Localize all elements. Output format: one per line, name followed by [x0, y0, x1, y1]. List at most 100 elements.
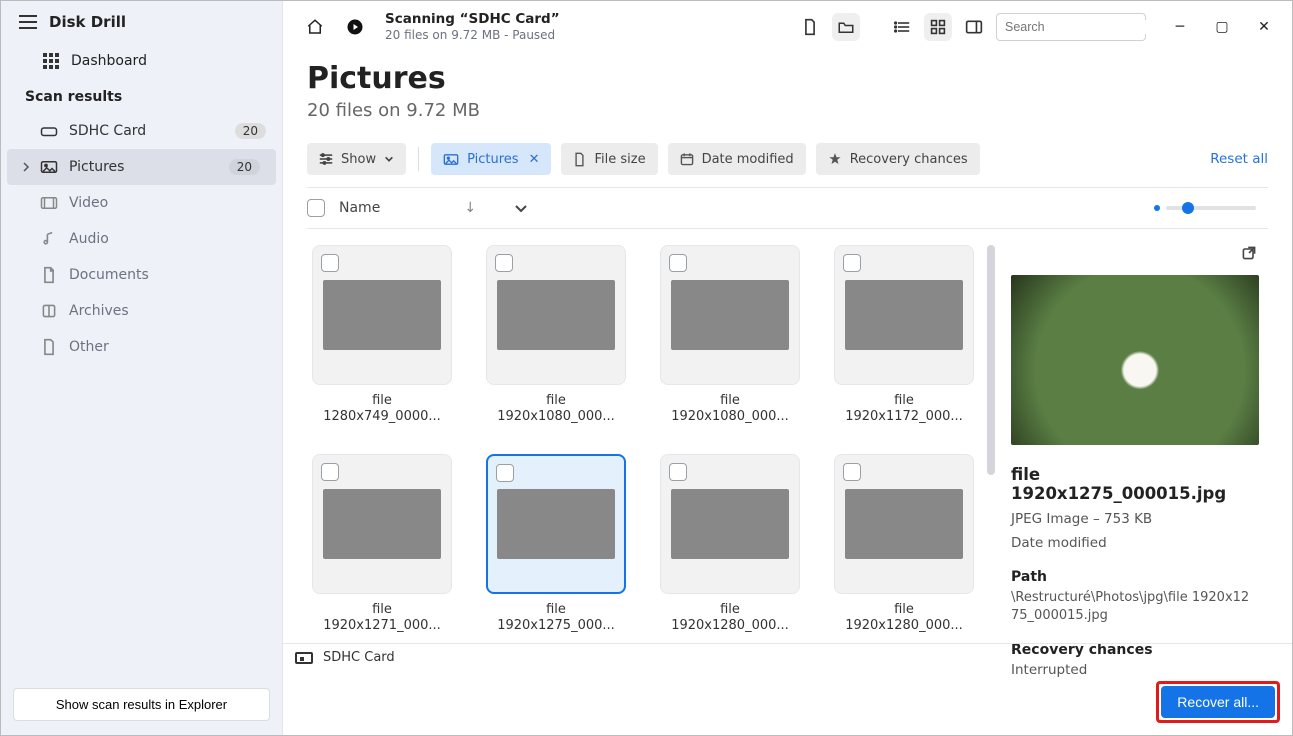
column-name[interactable]: Name — [339, 200, 380, 216]
footer: Recover all... — [283, 671, 1292, 735]
sidebar-item-other[interactable]: Other — [1, 329, 282, 365]
thumbnail-item[interactable]: file1920x1280_000... — [829, 454, 979, 635]
preview-path-label: Path — [1011, 569, 1257, 585]
remove-filter-icon[interactable]: ✕ — [529, 152, 540, 167]
item-checkbox[interactable] — [495, 254, 513, 272]
chevron-down-icon — [384, 155, 394, 163]
thumbnail-item[interactable]: file1920x1080_000... — [655, 245, 805, 426]
file-icon — [39, 338, 59, 356]
thumbnail-image — [671, 280, 789, 350]
item-checkbox[interactable] — [321, 463, 339, 481]
sidebar-item-documents[interactable]: Documents — [1, 257, 282, 293]
filter-date-modified[interactable]: Date modified — [668, 143, 806, 175]
calendar-icon — [680, 152, 694, 166]
show-in-explorer-button[interactable]: Show scan results in Explorer — [13, 688, 270, 721]
thumbnail-item[interactable]: file1920x1275_000... — [481, 454, 631, 635]
thumbnail-image — [323, 489, 441, 559]
thumbnail-image — [497, 280, 615, 350]
item-checkbox[interactable] — [669, 254, 687, 272]
thumbnail-image — [323, 280, 441, 350]
maximize-button[interactable]: ▢ — [1212, 19, 1232, 35]
sidebar-item-label: Documents — [69, 267, 270, 283]
preview-image — [1011, 275, 1259, 445]
sidebar-item-dashboard[interactable]: Dashboard — [1, 43, 282, 79]
thumbnail-item[interactable]: file1920x1172_000... — [829, 245, 979, 426]
popout-icon[interactable] — [1241, 245, 1257, 271]
sidebar-section-title: Scan results — [1, 79, 282, 113]
sidebar-item-archives[interactable]: Archives — [1, 293, 282, 329]
thumbnail-item[interactable]: file1920x1280_000... — [655, 454, 805, 635]
sidebar-item-label: Archives — [69, 303, 270, 319]
sidebar-item-label: Pictures — [69, 159, 229, 175]
list-view-icon[interactable] — [888, 13, 916, 41]
page-subtitle: 20 files on 9.72 MB — [307, 100, 1268, 121]
select-all-checkbox[interactable] — [307, 199, 325, 217]
video-icon — [39, 196, 59, 210]
status-device: SDHC Card — [323, 650, 395, 665]
preview-filename: file 1920x1275_000015.jpg — [1011, 465, 1257, 503]
scan-subtitle: 20 files on 9.72 MB - Paused — [385, 28, 560, 43]
archive-icon — [39, 303, 59, 319]
search-field[interactable] — [1005, 20, 1166, 34]
preview-path-value: \Restructuré\Photos\jpg\file 1920x1275_0… — [1011, 589, 1257, 624]
search-input[interactable] — [996, 13, 1146, 41]
document-icon — [39, 266, 59, 284]
scrollbar[interactable] — [987, 245, 997, 643]
sd-card-icon — [295, 652, 313, 664]
image-icon — [39, 160, 59, 174]
sidebar-item-pictures[interactable]: Pictures 20 — [7, 149, 276, 185]
sidebar-item-label: SDHC Card — [69, 123, 235, 139]
item-checkbox[interactable] — [496, 464, 514, 482]
close-button[interactable]: ✕ — [1254, 19, 1274, 35]
thumbnail-image — [845, 489, 963, 559]
thumbnail-image — [671, 489, 789, 559]
sidebar-item-sdhc[interactable]: SDHC Card 20 — [1, 113, 282, 149]
recovery-label: Recovery chances — [850, 152, 968, 167]
thumbnail-item[interactable]: file1920x1271_000... — [307, 454, 457, 635]
preview-panel: file 1920x1275_000015.jpg JPEG Image – 7… — [1005, 245, 1267, 643]
filter-pictures-chip[interactable]: Pictures ✕ — [431, 143, 551, 175]
thumbnail-size-slider[interactable] — [1154, 205, 1256, 211]
page-title: Pictures — [307, 61, 1268, 96]
expand-icon[interactable] — [514, 203, 528, 213]
file-size-label: File size — [594, 152, 645, 167]
minimize-button[interactable]: ─ — [1170, 19, 1190, 35]
music-icon — [39, 231, 59, 247]
show-dropdown[interactable]: Show — [307, 143, 406, 175]
thumbnail-item[interactable]: file1280x749_0000... — [307, 245, 457, 426]
item-checkbox[interactable] — [321, 254, 339, 272]
dashboard-label: Dashboard — [71, 53, 268, 69]
grid-view-icon[interactable] — [924, 13, 952, 41]
play-icon[interactable] — [341, 13, 369, 41]
pictures-label: Pictures — [467, 152, 518, 167]
menu-icon[interactable] — [19, 15, 37, 29]
filter-recovery-chances[interactable]: Recovery chances — [816, 143, 980, 175]
home-icon[interactable] — [301, 13, 329, 41]
preview-meta: JPEG Image – 753 KB — [1011, 511, 1257, 527]
date-modified-label: Date modified — [702, 152, 794, 167]
recover-all-button[interactable]: Recover all... — [1161, 686, 1275, 718]
file-icon[interactable] — [796, 13, 824, 41]
main-area: Scanning “SDHC Card” 20 files on 9.72 MB… — [283, 1, 1292, 735]
grid-icon — [43, 53, 59, 69]
sidebar: Disk Drill Dashboard Scan results SDHC C… — [1, 1, 283, 735]
filter-file-size[interactable]: File size — [561, 143, 657, 175]
status-bar: SDHC Card — [283, 643, 1292, 671]
folder-icon[interactable] — [832, 13, 860, 41]
file-icon — [573, 152, 586, 167]
sort-arrow-icon[interactable]: ↓ — [464, 200, 476, 216]
item-checkbox[interactable] — [843, 463, 861, 481]
image-icon — [443, 153, 459, 166]
highlight-box: Recover all... — [1156, 681, 1280, 723]
panel-toggle-icon[interactable] — [960, 13, 988, 41]
scan-title: Scanning “SDHC Card” — [385, 11, 560, 28]
drive-icon — [39, 124, 59, 138]
item-checkbox[interactable] — [669, 463, 687, 481]
item-checkbox[interactable] — [843, 254, 861, 272]
thumbnail-item[interactable]: file1920x1080_000... — [481, 245, 631, 426]
count-badge: 20 — [229, 159, 260, 175]
sidebar-item-label: Video — [69, 195, 270, 211]
sidebar-item-audio[interactable]: Audio — [1, 221, 282, 257]
reset-all-link[interactable]: Reset all — [1210, 151, 1268, 167]
sidebar-item-video[interactable]: Video — [1, 185, 282, 221]
